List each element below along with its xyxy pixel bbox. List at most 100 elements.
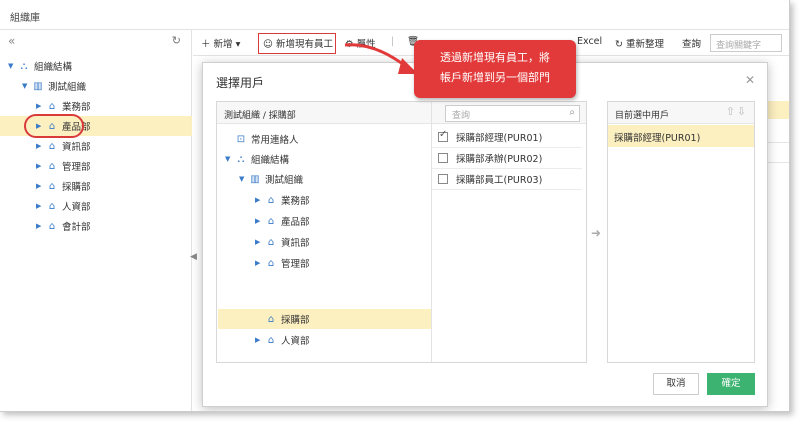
- selected-dept-highlight: [218, 309, 431, 329]
- new-button[interactable]: ＋ 新增 ▾: [201, 36, 240, 50]
- home-icon: ⌂: [267, 313, 275, 325]
- new-button-label: 新增: [213, 39, 233, 50]
- tree-item-label: 管理部: [62, 162, 91, 173]
- app-title: 組織庫: [0, 0, 789, 30]
- app-window: 組織庫 « ↻ ▼ ⛬ 組織結構 ▼ ▥ 測試組織 ▶ ⌂ 業務部 ▶ ⌂ 產品…: [0, 0, 790, 412]
- tree-item-hr[interactable]: ▶ ⌂ 人資部: [36, 196, 91, 216]
- expand-right-icon[interactable]: ▶: [255, 196, 265, 204]
- source-panel: 測試組織 / 採購部 查詢 ⌕ ⊡ 常用連絡人 ▼ ⛬ 組織結構 ▼ ▥ 測試組…: [216, 101, 587, 363]
- tree-item-it[interactable]: ▶ ⌂ 資訊部: [36, 136, 91, 156]
- dialog-tree-product[interactable]: ▶ ⌂ 產品部: [255, 211, 310, 231]
- dialog-tree-contacts[interactable]: ⊡ 常用連絡人: [235, 129, 299, 149]
- dialog-tree-management[interactable]: ▶ ⌂ 管理部: [255, 253, 310, 273]
- refresh-icon[interactable]: ↻: [172, 34, 181, 47]
- cancel-button[interactable]: 取消: [653, 373, 699, 395]
- tree-item-label: 資訊部: [62, 142, 91, 153]
- user-row[interactable]: 採購部承辦(PUR02): [432, 148, 582, 169]
- tree-item-purchasing[interactable]: ▶ ⌂ 採購部: [36, 176, 91, 196]
- dialog-tree-org-structure[interactable]: ▼ ⛬ 組織結構: [225, 149, 289, 169]
- refresh-button[interactable]: ↻ 重新整理: [615, 36, 664, 50]
- home-icon: ⌂: [267, 194, 275, 206]
- expand-right-icon[interactable]: ▶: [36, 102, 46, 110]
- tree-header: « ↻: [0, 30, 191, 54]
- tree-item-label: 測試組織: [48, 82, 87, 93]
- home-icon: ⌂: [267, 257, 275, 269]
- tree-item-label: 組織結構: [251, 155, 290, 166]
- user-row[interactable]: 採購部經理(PUR01): [432, 127, 582, 148]
- tree-item-management[interactable]: ▶ ⌂ 管理部: [36, 156, 91, 176]
- dialog-tree-test-org[interactable]: ▼ ▥ 測試組織: [239, 169, 303, 189]
- expand-down-icon[interactable]: ▼: [225, 155, 235, 163]
- tree-item-label: 人資部: [62, 202, 91, 213]
- dialog-tree-it[interactable]: ▶ ⌂ 資訊部: [255, 232, 310, 252]
- search-icon[interactable]: ⌕: [569, 107, 575, 118]
- search-input[interactable]: 查詢關鍵字: [710, 34, 782, 52]
- expand-down-icon[interactable]: ▼: [8, 62, 18, 70]
- building-icon: ▥: [250, 173, 260, 185]
- dialog-tree-hr[interactable]: ▶ ⌂ 人資部: [255, 330, 310, 350]
- expand-right-icon[interactable]: ▶: [36, 142, 46, 150]
- home-icon: ⌂: [48, 220, 56, 232]
- tree-item-label: 資訊部: [281, 238, 310, 249]
- expand-right-icon[interactable]: ▶: [255, 259, 265, 267]
- user-row[interactable]: 採購部員工(PUR03): [432, 169, 582, 190]
- annotation-callout: 透過新增現有員工，將 帳戶新增到另一個部門: [414, 40, 576, 98]
- contact-icon: ⊡: [236, 133, 246, 145]
- tree-item-accounting[interactable]: ▶ ⌂ 會計部: [36, 216, 91, 236]
- tree-item-label: 業務部: [281, 196, 310, 207]
- org-tree-panel: « ↻ ▼ ⛬ 組織結構 ▼ ▥ 測試組織 ▶ ⌂ 業務部 ▶ ⌂ 產品部 ▶ …: [0, 30, 197, 411]
- expand-down-icon[interactable]: ▼: [239, 175, 249, 183]
- building-icon: ▥: [33, 80, 43, 92]
- callout-line: 帳戶新增到另一個部門: [440, 71, 550, 84]
- dialog-tree-purchasing[interactable]: ⌂ 採購部: [265, 309, 310, 329]
- expand-right-icon[interactable]: ▶: [255, 238, 265, 246]
- selected-users-panel: 目前選中用戶 ⇧⇩ 採購部經理(PUR01): [607, 101, 755, 363]
- expand-right-icon[interactable]: ▶: [36, 202, 46, 210]
- refresh-label: 重新整理: [626, 39, 665, 50]
- tree-item-label: 會計部: [62, 222, 91, 233]
- tree-item-test-org[interactable]: ▼ ▥ 測試組織: [22, 76, 86, 96]
- expand-right-icon[interactable]: ▶: [255, 336, 265, 344]
- user-search-input[interactable]: 查詢 ⌕: [445, 105, 580, 122]
- org-chart-icon: ⛬: [237, 153, 245, 165]
- breadcrumb: 測試組織 / 採購部: [224, 111, 296, 121]
- org-chart-icon: ⛬: [20, 60, 28, 72]
- selected-header-label: 目前選中用戶: [615, 111, 670, 121]
- expand-right-icon[interactable]: ▶: [255, 217, 265, 225]
- tree-item-label: 業務部: [62, 102, 91, 113]
- search-label: 查詢: [682, 39, 702, 50]
- checkbox[interactable]: [438, 153, 448, 163]
- home-icon: ⌂: [48, 140, 56, 152]
- user-label: 採購部員工(PUR03): [456, 175, 543, 186]
- home-icon: ⌂: [48, 200, 56, 212]
- home-icon: ⌂: [267, 236, 275, 248]
- home-icon: ⌂: [267, 215, 275, 227]
- expand-right-icon[interactable]: ▶: [36, 222, 46, 230]
- user-icon: ☺: [263, 39, 273, 50]
- tree-item-label: 組織結構: [34, 62, 73, 73]
- tree-item-label: 常用連絡人: [251, 135, 299, 146]
- dialog-tree-sales[interactable]: ▶ ⌂ 業務部: [255, 190, 310, 210]
- move-right-icon[interactable]: ➜: [591, 226, 601, 240]
- panel-resize-handle[interactable]: ◀: [190, 252, 197, 262]
- user-label: 採購部經理(PUR01): [456, 133, 543, 144]
- selected-panel-header: 目前選中用戶 ⇧⇩: [608, 102, 754, 124]
- expand-right-icon[interactable]: ▶: [36, 162, 46, 170]
- checkbox-checked[interactable]: [438, 129, 448, 142]
- close-icon[interactable]: ✕: [745, 73, 755, 87]
- select-user-dialog: 選擇用戶 ✕ 測試組織 / 採購部 查詢 ⌕ ⊡ 常用連絡人 ▼ ⛬ 組織結構: [202, 62, 768, 407]
- checkbox[interactable]: [438, 174, 448, 184]
- collapse-left-icon[interactable]: «: [8, 34, 15, 48]
- expand-right-icon[interactable]: ▶: [36, 182, 46, 190]
- expand-down-icon[interactable]: ▼: [22, 82, 32, 90]
- callout-line: 透過新增現有員工，將: [440, 51, 550, 64]
- confirm-button[interactable]: 確定: [707, 373, 755, 395]
- reorder-arrows-icon[interactable]: ⇧⇩: [726, 105, 748, 118]
- home-icon: ⌂: [48, 100, 56, 112]
- annotation-oval: [24, 114, 84, 138]
- tree-item-org-structure[interactable]: ▼ ⛬ 組織結構: [8, 56, 72, 76]
- tree-item-label: 採購部: [62, 182, 91, 193]
- selected-user-row[interactable]: 採購部經理(PUR01): [608, 125, 754, 147]
- excel-button[interactable]: Excel: [577, 36, 602, 47]
- tree-item-sales[interactable]: ▶ ⌂ 業務部: [36, 96, 91, 116]
